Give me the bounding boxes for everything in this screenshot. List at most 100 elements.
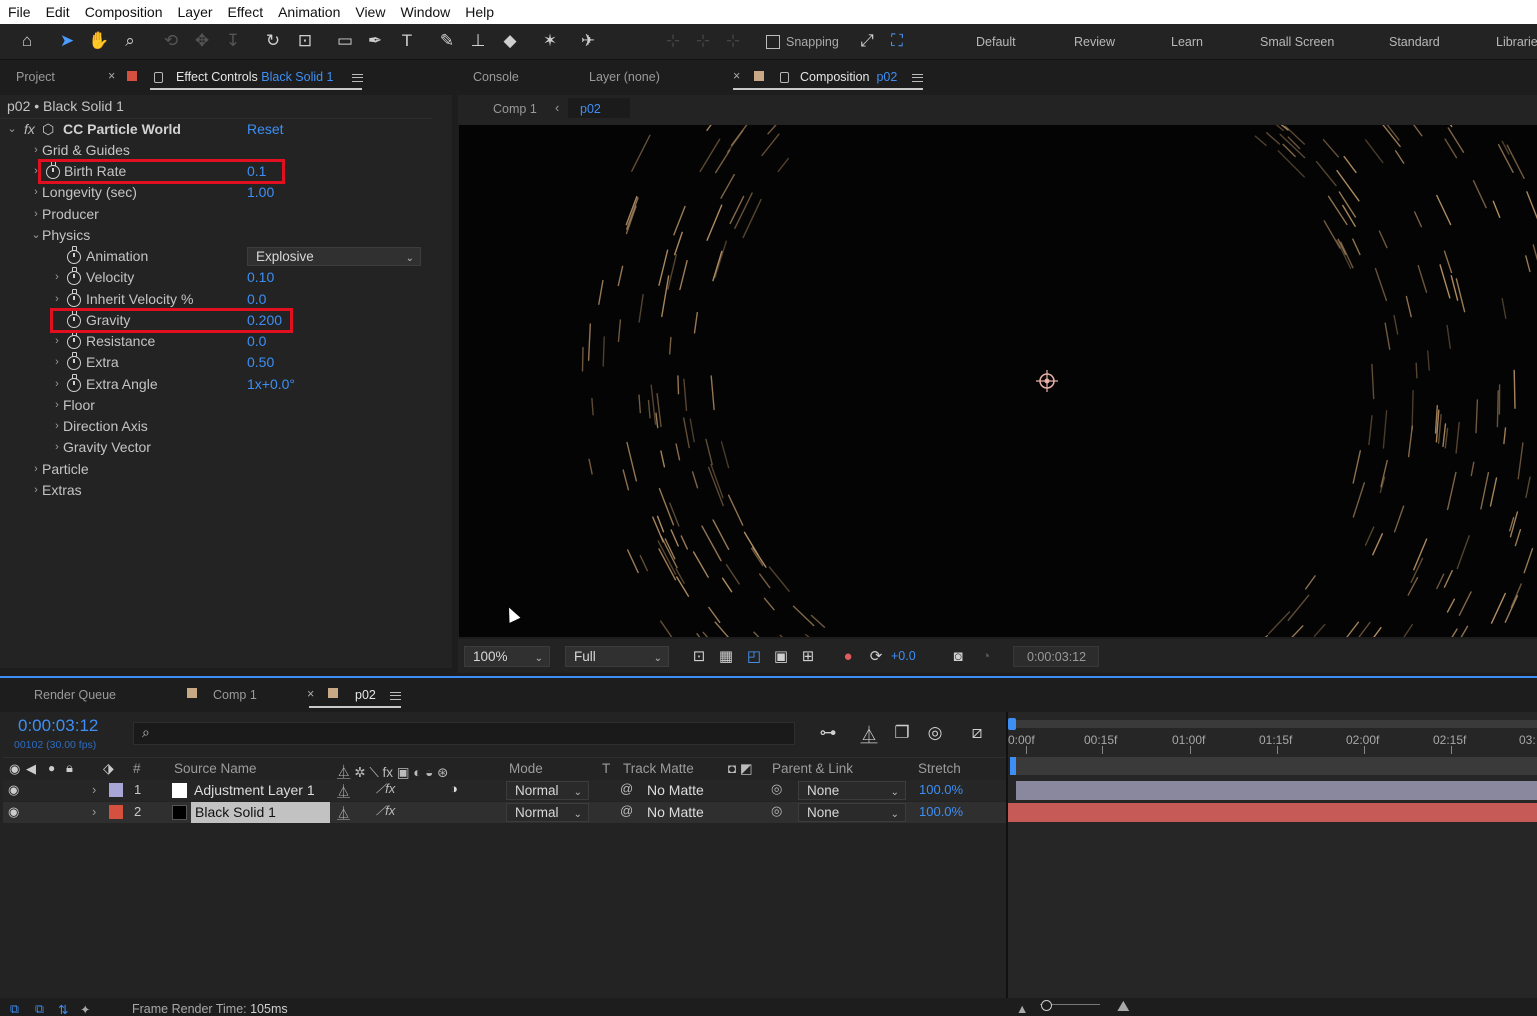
eye-icon[interactable]: ◉ [9, 761, 20, 777]
panel-menu-icon[interactable] [912, 74, 923, 82]
fast-preview-icon[interactable]: ⊡ [688, 645, 710, 667]
mode-dropdown[interactable]: Normal ⌄ [506, 781, 589, 800]
menu-window[interactable]: Window [392, 4, 457, 20]
label-tag-icon[interactable]: ⬗ [103, 760, 114, 777]
workspace-libraries[interactable]: Librarie [1496, 35, 1537, 49]
pen-tool-icon[interactable]: ✒ [364, 30, 386, 52]
axis-view-icon[interactable]: ⊹ [722, 30, 744, 52]
menu-composition[interactable]: Composition [77, 4, 170, 20]
motion-path-icon[interactable]: ✦ [80, 1002, 90, 1016]
parent-dropdown[interactable]: None ⌄ [798, 803, 906, 822]
fx-switch-icon[interactable]: ⟋fx [376, 781, 395, 797]
timeline-timecode[interactable]: 0:00:03:12 [18, 716, 98, 736]
zoom-slider-handle[interactable] [1041, 1000, 1052, 1011]
param-value[interactable]: 0.10 [247, 267, 274, 288]
shy-icon[interactable]: ⏅ [337, 803, 350, 822]
stopwatch-icon[interactable] [67, 267, 81, 285]
param-extras[interactable]: › Extras [4, 480, 430, 501]
layer-bar-black-solid[interactable] [1008, 803, 1537, 822]
reset-link[interactable]: Reset [247, 119, 284, 140]
panel-menu-icon[interactable] [390, 692, 401, 700]
layer-name[interactable]: Adjustment Layer 1 [194, 782, 315, 798]
label-color-swatch[interactable] [109, 805, 123, 819]
comp-flowchart-icon[interactable]: ⧉ [10, 1002, 19, 1016]
show-snapshot-icon[interactable]: ◔ [975, 645, 997, 667]
workspace-standard[interactable]: Standard [1389, 35, 1440, 49]
axis-world-icon[interactable]: ⊹ [692, 30, 714, 52]
pick-whip-icon[interactable]: ◎ [771, 803, 782, 819]
workspace-default[interactable]: Default [976, 35, 1016, 49]
param-value[interactable]: 0.50 [247, 352, 274, 373]
track-matte-value[interactable]: No Matte [647, 804, 704, 820]
current-time-display[interactable]: 0:00:03:12 [1013, 646, 1099, 667]
param-value[interactable]: 0.0 [247, 289, 266, 310]
chevron-right-icon[interactable]: › [52, 289, 62, 310]
workspace-small-screen[interactable]: Small Screen [1260, 35, 1334, 49]
animation-dropdown[interactable]: Explosive ⌄ [247, 247, 421, 266]
param-extra[interactable]: › Extra 0.50 [4, 352, 430, 373]
lock-icon[interactable]: 🔒︎ [66, 760, 73, 776]
time-navigator[interactable] [1010, 757, 1537, 775]
solo-icon[interactable]: ● [48, 761, 55, 775]
chevron-right-icon[interactable]: › [31, 480, 41, 501]
chevron-right-icon[interactable]: › [31, 459, 41, 480]
tab-project[interactable]: Project [16, 70, 55, 84]
chevron-right-icon[interactable]: › [52, 374, 62, 395]
snap-features-icon[interactable]: ⛶ [886, 30, 908, 52]
track-matte-value[interactable]: No Matte [647, 782, 704, 798]
anchor-tool-icon[interactable]: ⊡ [294, 30, 316, 52]
param-value[interactable]: 0.0 [247, 331, 266, 352]
param-longevity-sec[interactable]: › Longevity (sec) 1.00 [4, 182, 430, 203]
chevron-right-icon[interactable]: › [31, 182, 41, 203]
grid-guides-icon[interactable]: ⊞ [797, 645, 819, 667]
param-physics[interactable]: ⌄ Physics [4, 225, 430, 246]
panel-menu-icon[interactable] [352, 74, 363, 82]
menu-animation[interactable]: Animation [270, 4, 347, 20]
matte-link-icon[interactable]: @ [620, 803, 633, 818]
composition-canvas[interactable] [459, 125, 1537, 637]
breadcrumb-comp1[interactable]: Comp 1 [493, 102, 537, 116]
column-source-name[interactable]: Source Name [174, 761, 257, 776]
chevron-right-icon[interactable]: › [52, 331, 62, 352]
camera-snapshot-icon[interactable]: ◙ [947, 645, 969, 667]
stopwatch-icon[interactable] [67, 289, 81, 307]
param-resistance[interactable]: › Resistance 0.0 [4, 331, 430, 352]
tab-effect-controls[interactable]: Effect Controls Black Solid 1 [176, 70, 334, 84]
stopwatch-icon[interactable] [67, 246, 81, 264]
composition-mini-flowchart-icon[interactable]: ⊶ [817, 722, 839, 744]
lock-icon[interactable] [154, 72, 163, 83]
pan-tool-icon[interactable]: ✥ [191, 30, 213, 52]
zoom-dropdown[interactable]: 100% ⌄ [464, 646, 550, 667]
color-management-icon[interactable]: ⟳ [865, 645, 887, 667]
chevron-right-icon[interactable]: › [92, 804, 96, 819]
channels-icon[interactable]: ● [837, 645, 859, 667]
close-icon[interactable]: × [733, 69, 740, 83]
tab-comp1[interactable]: Comp 1 [213, 688, 257, 702]
rotation-tool-icon[interactable]: ↻ [262, 30, 284, 52]
stopwatch-icon[interactable] [67, 352, 81, 370]
audio-icon[interactable]: ◀ [26, 761, 36, 777]
param-producer[interactable]: › Producer [4, 204, 430, 225]
chevron-right-icon[interactable]: › [52, 395, 62, 416]
home-icon[interactable]: ⌂ [16, 30, 38, 52]
chevron-right-icon[interactable]: › [52, 416, 62, 437]
workspace-learn[interactable]: Learn [1171, 35, 1203, 49]
param-velocity[interactable]: › Velocity 0.10 [4, 267, 430, 288]
zoom-out-icon[interactable]: ▲ [1016, 1002, 1028, 1016]
chevron-right-icon[interactable]: › [52, 352, 62, 373]
menu-effect[interactable]: Effect [220, 4, 271, 20]
timeline-search-input[interactable]: ⌕ [133, 722, 795, 745]
effect-cc-particle-world[interactable]: ⌄ fx ⬡ CC Particle World Reset [4, 119, 430, 140]
puppet-pin-icon[interactable]: ✈ [577, 30, 599, 52]
menu-layer[interactable]: Layer [170, 4, 220, 20]
label-color-swatch[interactable] [109, 783, 123, 797]
param-inherit-velocity[interactable]: › Inherit Velocity % 0.0 [4, 289, 430, 310]
chevron-right-icon[interactable]: › [31, 140, 41, 161]
param-direction-axis[interactable]: › Direction Axis [4, 416, 430, 437]
param-gravity-vector[interactable]: › Gravity Vector [4, 437, 430, 458]
param-extra-angle[interactable]: › Extra Angle 1x+0.0° [4, 374, 430, 395]
draft-3d-icon[interactable]: ⏅ [858, 722, 880, 745]
motion-blur-icon[interactable]: ◎ [924, 722, 946, 744]
breadcrumb-current[interactable]: p02 [568, 98, 630, 118]
layer-row[interactable]: ◉ › 2 Black Solid 1 ⏅ ⟋fx Normal ⌄ @ No M… [3, 802, 1006, 823]
